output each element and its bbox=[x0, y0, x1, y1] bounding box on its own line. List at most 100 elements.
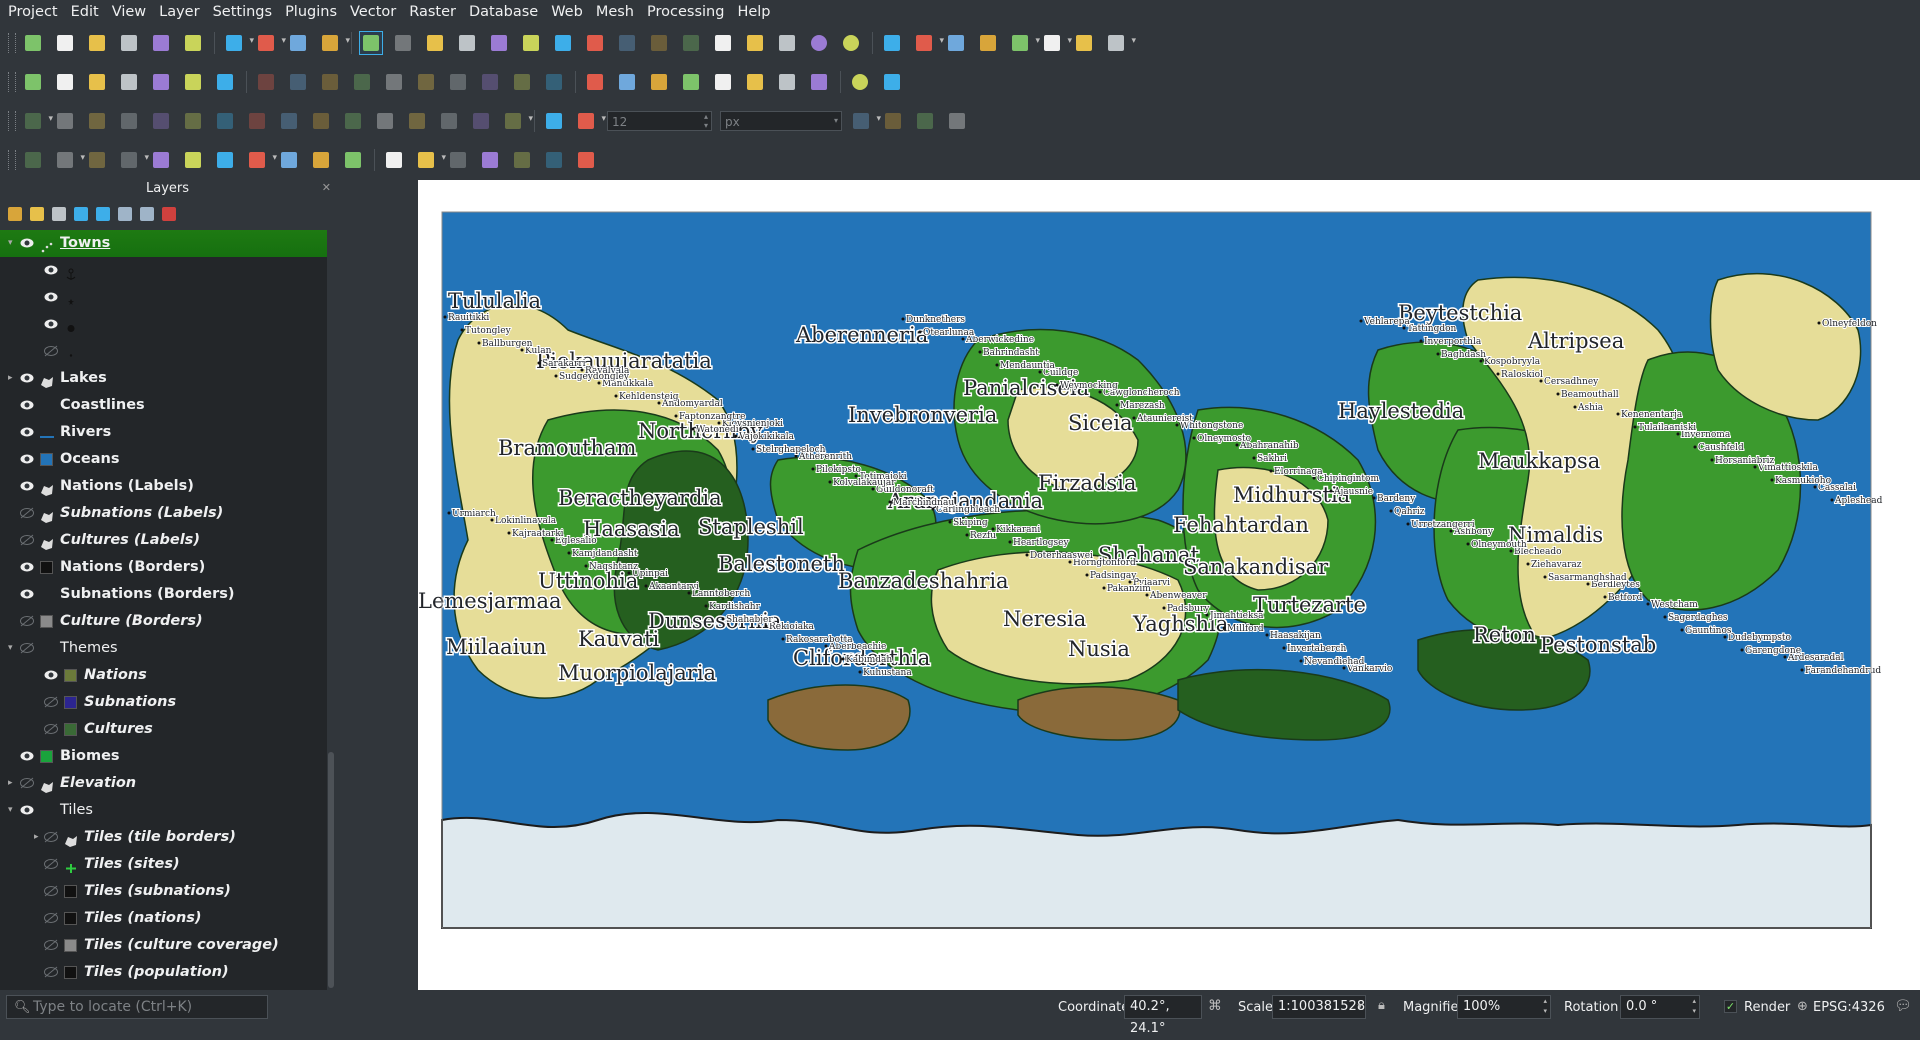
layer-culture-borders[interactable]: Culture (Borders) bbox=[0, 608, 327, 635]
data-source-manager-icon[interactable] bbox=[22, 71, 44, 93]
trace-icon[interactable] bbox=[882, 110, 904, 132]
legend-symbol-row[interactable] bbox=[0, 257, 327, 284]
label-rotate-icon[interactable] bbox=[776, 71, 798, 93]
add-raster-icon[interactable] bbox=[214, 71, 236, 93]
new-project-icon[interactable] bbox=[22, 32, 44, 54]
filter-by-expression-icon[interactable] bbox=[96, 207, 110, 221]
layer-nations-borders[interactable]: Nations (Borders) bbox=[0, 554, 327, 581]
html-annotation-icon[interactable] bbox=[310, 149, 332, 171]
layer-subnations-borders[interactable]: Subnations (Borders) bbox=[0, 581, 327, 608]
pan-map-icon[interactable] bbox=[359, 31, 383, 55]
deselect-icon[interactable] bbox=[255, 32, 286, 54]
collapse-arrow-icon[interactable]: ▾ bbox=[8, 797, 13, 824]
help-icon[interactable] bbox=[881, 71, 903, 93]
label-tool-icon[interactable] bbox=[86, 149, 108, 171]
visibility-eye-icon[interactable] bbox=[44, 264, 58, 276]
select-features-icon[interactable] bbox=[223, 32, 254, 54]
label-move-icon[interactable] bbox=[744, 71, 766, 93]
expand-arrow-icon[interactable]: ▸ bbox=[8, 770, 13, 797]
layer-tree[interactable]: ▾ Towns ▸ Lakes Coastlines Rivers Oceans Nation… bbox=[0, 230, 327, 990]
snapping-magnet-icon[interactable] bbox=[543, 110, 565, 132]
snapping-tolerance-field[interactable]: 12 ▴ ▾ bbox=[607, 111, 712, 131]
zoom-in-icon[interactable] bbox=[424, 32, 446, 54]
visibility-eye-icon[interactable] bbox=[20, 453, 34, 465]
add-ring-icon[interactable] bbox=[150, 110, 172, 132]
self-snap-icon[interactable] bbox=[946, 110, 968, 132]
map-canvas[interactable]: Tululalia Aberenneria Piekauujaratatia Beyt… bbox=[417, 180, 1920, 990]
zoom-out-icon[interactable] bbox=[456, 32, 478, 54]
digitize-icon[interactable] bbox=[118, 71, 140, 93]
visibility-eye-icon[interactable] bbox=[44, 291, 58, 303]
hidden-eye-icon[interactable] bbox=[20, 534, 34, 546]
layer-oceans[interactable]: Oceans bbox=[0, 446, 327, 473]
legend-symbol-row[interactable] bbox=[0, 311, 327, 338]
map-tips-icon[interactable] bbox=[1073, 32, 1095, 54]
menu-raster[interactable]: Raster bbox=[404, 4, 461, 20]
hidden-eye-icon[interactable] bbox=[44, 912, 58, 924]
new-temp-layer-icon[interactable] bbox=[86, 71, 108, 93]
zoom-last-icon[interactable] bbox=[616, 32, 638, 54]
rotation-stepper-icon[interactable]: ▴ ▾ bbox=[1692, 996, 1696, 1016]
hidden-eye-icon[interactable] bbox=[44, 723, 58, 735]
add-grid-icon[interactable] bbox=[479, 149, 501, 171]
menu-mesh[interactable]: Mesh bbox=[591, 4, 639, 20]
label-change-icon[interactable] bbox=[808, 71, 830, 93]
collapse-all-icon[interactable] bbox=[140, 207, 154, 221]
shape-digitizing-icon[interactable] bbox=[22, 149, 44, 171]
zoom-next-icon[interactable] bbox=[648, 32, 670, 54]
save-project-icon[interactable] bbox=[86, 32, 108, 54]
lock-scale-icon[interactable]: 🔒︎ bbox=[1378, 998, 1385, 1013]
new-map-view-icon[interactable] bbox=[680, 32, 702, 54]
plugin-wrench-icon[interactable] bbox=[575, 149, 597, 171]
statistical-summary-icon[interactable] bbox=[977, 32, 999, 54]
rotation-field[interactable]: 0.0 ° ▴ ▾ bbox=[1620, 995, 1700, 1019]
cut-features-icon[interactable] bbox=[415, 71, 437, 93]
collapse-arrow-icon[interactable]: ▾ bbox=[8, 635, 13, 662]
new-bookmark-icon[interactable] bbox=[744, 32, 766, 54]
layer-tiles-subnations[interactable]: Tiles (subnations) bbox=[0, 878, 327, 905]
menu-processing[interactable]: Processing bbox=[642, 4, 729, 20]
show-bookmarks-icon[interactable] bbox=[776, 32, 798, 54]
split-features-icon[interactable] bbox=[374, 110, 396, 132]
label-highlight-icon[interactable] bbox=[680, 71, 702, 93]
delete-ring-icon[interactable] bbox=[246, 110, 268, 132]
map-render[interactable]: TululaliaAberenneriaPiekauujaratatiaBeyt… bbox=[417, 180, 1920, 990]
hidden-eye-icon[interactable] bbox=[44, 345, 58, 357]
visibility-eye-icon[interactable] bbox=[44, 669, 58, 681]
add-vector-icon[interactable] bbox=[182, 71, 204, 93]
processing-toolbox-icon[interactable] bbox=[945, 32, 967, 54]
visibility-eye-icon[interactable] bbox=[20, 399, 34, 411]
select-by-freehand-icon[interactable] bbox=[214, 149, 236, 171]
refresh-icon[interactable] bbox=[840, 32, 862, 54]
delete-selected-icon[interactable] bbox=[383, 71, 405, 93]
menu-view[interactable]: View bbox=[107, 4, 151, 20]
topology-icon[interactable] bbox=[914, 110, 936, 132]
menu-web[interactable]: Web bbox=[546, 4, 588, 20]
save-as-icon[interactable] bbox=[118, 32, 140, 54]
visibility-eye-icon[interactable] bbox=[20, 750, 34, 762]
visibility-eye-icon[interactable] bbox=[20, 804, 34, 816]
toggle-editing-icon[interactable] bbox=[255, 71, 277, 93]
zoom-full-icon[interactable] bbox=[488, 32, 510, 54]
toggle-extents-icon[interactable]: ⌘ bbox=[1208, 998, 1226, 1016]
layer-tree-scrollbar[interactable] bbox=[327, 230, 335, 990]
layer-cultures-labels[interactable]: Cultures (Labels) bbox=[0, 527, 327, 554]
fill-ring-icon[interactable] bbox=[214, 110, 236, 132]
hidden-eye-icon[interactable] bbox=[44, 831, 58, 843]
label-show-hide-icon[interactable] bbox=[712, 71, 734, 93]
layer-tiles-culture-coverage[interactable]: Tiles (culture coverage) bbox=[0, 932, 327, 959]
diagram-icon[interactable] bbox=[616, 71, 638, 93]
label-toolbar-icon[interactable] bbox=[584, 71, 606, 93]
coordinate-field[interactable]: 40.2°, 24.1° bbox=[1124, 995, 1202, 1036]
layer-towns[interactable]: ▾ Towns bbox=[0, 230, 327, 257]
layer-coastlines[interactable]: Coastlines bbox=[0, 392, 327, 419]
reshape-icon[interactable] bbox=[310, 110, 332, 132]
layer-cultures[interactable]: Cultures bbox=[0, 716, 327, 743]
crosshair-icon[interactable] bbox=[447, 149, 469, 171]
temporal-controller-icon[interactable] bbox=[808, 32, 830, 54]
menu-settings[interactable]: Settings bbox=[208, 4, 277, 20]
offset-curve-icon[interactable] bbox=[342, 110, 364, 132]
annotation-icon[interactable] bbox=[54, 149, 85, 171]
style-manager-icon[interactable] bbox=[182, 32, 204, 54]
attribute-table-icon[interactable] bbox=[287, 32, 309, 54]
